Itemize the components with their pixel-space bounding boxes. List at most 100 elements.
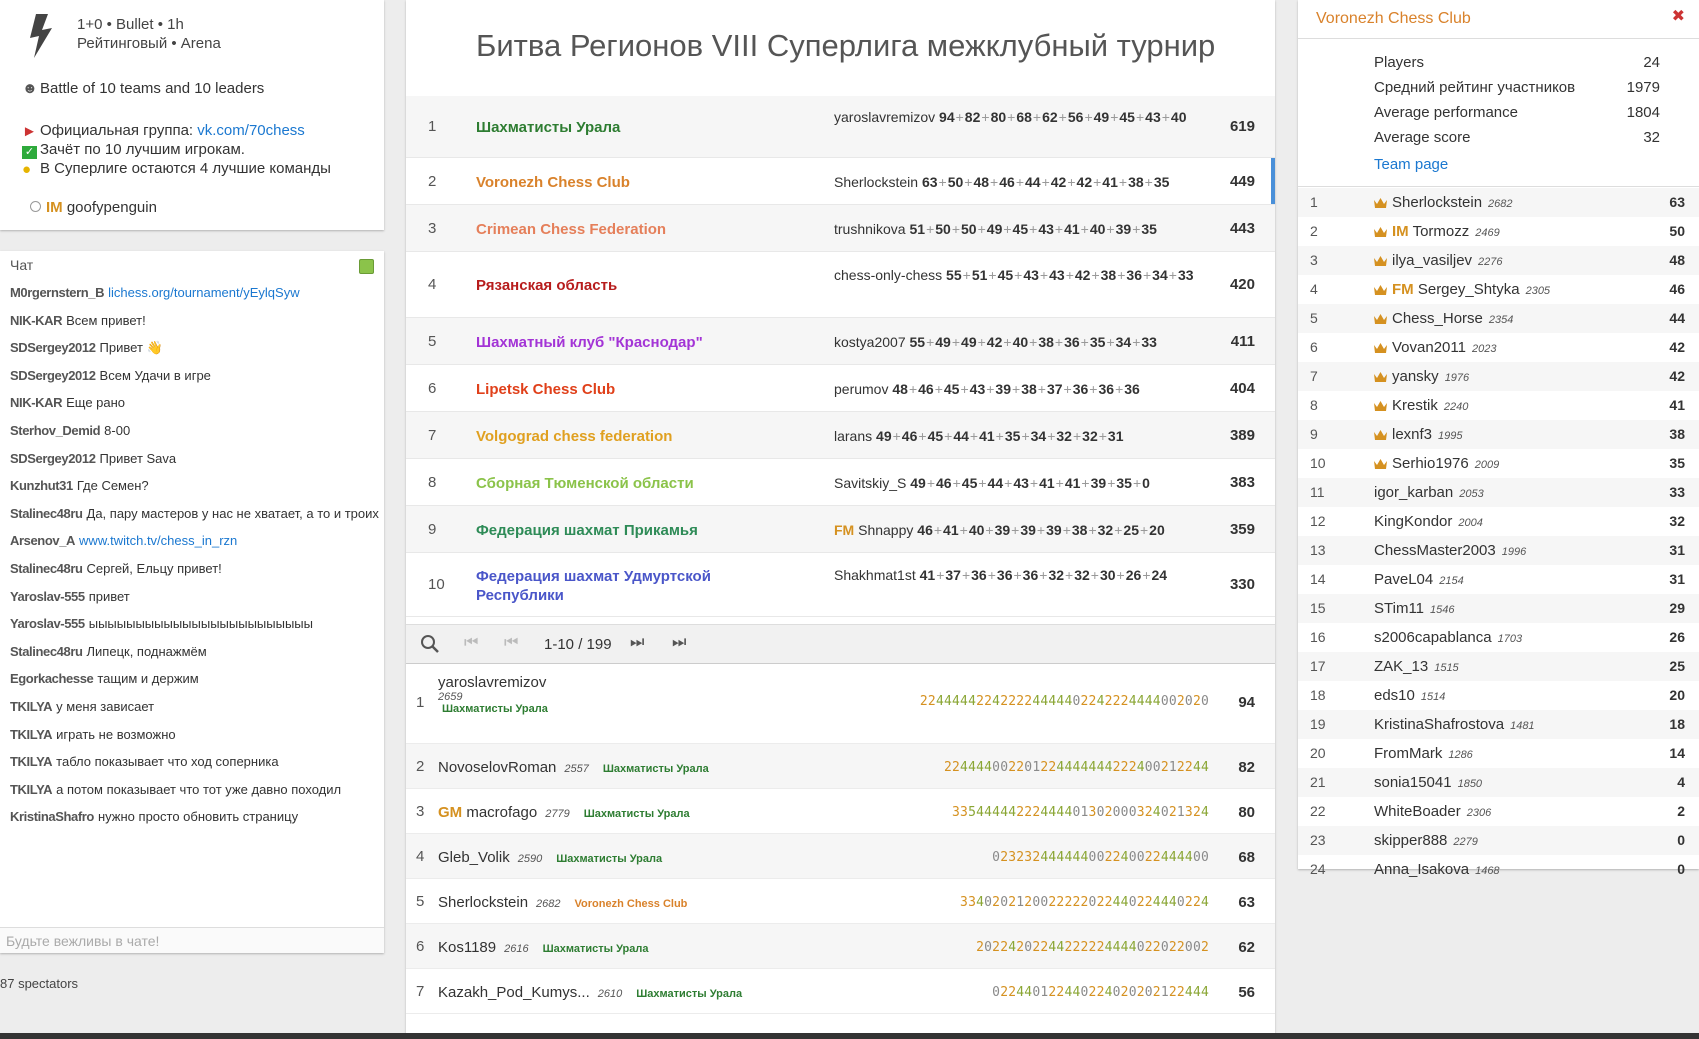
player-row[interactable]: 5 Sherlockstein 2682 Voronezh Chess Club 334…: [406, 879, 1275, 924]
search-icon[interactable]: [420, 634, 440, 656]
roster-player[interactable]: Anna_Isakova 1468: [1374, 861, 1500, 878]
roster-player[interactable]: KristinaShafrostova 1481: [1374, 716, 1535, 733]
roster-row[interactable]: 23 skipper888 2279 0: [1298, 826, 1699, 855]
team-row[interactable]: 8 Сборная Тюменской области Savitskiy_S 49…: [406, 459, 1275, 506]
prev-page-icon[interactable]: ⏮: [504, 634, 518, 656]
roster-player[interactable]: ilya_vasiljev 2276: [1392, 252, 1503, 269]
group-link[interactable]: vk.com/70chess: [197, 122, 305, 139]
roster-player[interactable]: ChessMaster2003 1996: [1374, 542, 1526, 559]
chat-link[interactable]: lichess.org/tournament/yEylqSyw: [108, 285, 299, 300]
roster-row[interactable]: 17 ZAK_13 1515 25: [1298, 652, 1699, 681]
tournament-creator[interactable]: IM goofypenguin: [30, 199, 157, 216]
roster-player[interactable]: Sherlockstein 2682: [1392, 194, 1513, 211]
roster-player[interactable]: STim11 1546: [1374, 600, 1455, 617]
roster-row[interactable]: 14 PaveL04 2154 31: [1298, 565, 1699, 594]
team-row[interactable]: 9 Федерация шахмат Прикамья FM Shnappy 46+…: [406, 506, 1275, 553]
roster-row[interactable]: 4 FM Sergey_Shtyka 2305 46: [1298, 275, 1699, 304]
roster-player[interactable]: ZAK_13 1515: [1374, 658, 1459, 675]
team-row[interactable]: 7 Volgograd chess federation larans 49+46+…: [406, 412, 1275, 459]
next-page-icon[interactable]: ⏭: [630, 634, 644, 656]
roster-row[interactable]: 18 eds10 1514 20: [1298, 681, 1699, 710]
chat-link[interactable]: www.twitch.tv/chess_in_rzn: [79, 533, 237, 548]
team-leader-name[interactable]: Shnappy: [858, 522, 913, 538]
team-name-link[interactable]: Рязанская область: [476, 276, 736, 295]
roster-player[interactable]: Krestik 2240: [1392, 397, 1468, 414]
roster-username[interactable]: Vovan2011: [1392, 339, 1466, 356]
team-row[interactable]: 3 Crimean Chess Federation trushnikova 51+…: [406, 205, 1275, 252]
player-row[interactable]: 1 yaroslavremizov 2659 Шахматисты Урала 2244…: [406, 666, 1275, 744]
roster-username[interactable]: skipper888: [1374, 832, 1447, 849]
chat-username[interactable]: NIK-KAR: [10, 313, 62, 328]
chat-username[interactable]: Stalinec48ru: [10, 644, 83, 659]
player-row[interactable]: 7 Kazakh_Pod_Kumys... 2610 Шахматисты Урала…: [406, 969, 1275, 1014]
team-name-link[interactable]: Федерация шахмат Прикамья: [476, 521, 736, 540]
player-name[interactable]: Kazakh_Pod_Kumys... 2610 Шахматисты Урала: [438, 984, 742, 1001]
roster-row[interactable]: 1 Sherlockstein 2682 63: [1298, 188, 1699, 217]
team-leader-name[interactable]: larans: [834, 428, 872, 444]
roster-row[interactable]: 13 ChessMaster2003 1996 31: [1298, 536, 1699, 565]
chat-username[interactable]: M0rgernstern_B: [10, 285, 105, 300]
roster-player[interactable]: s2006capablanca 1703: [1374, 629, 1522, 646]
roster-row[interactable]: 3 ilya_vasiljev 2276 48: [1298, 246, 1699, 275]
chat-username[interactable]: Stalinec48ru: [10, 561, 83, 576]
team-leader-name[interactable]: Savitskiy_S: [834, 475, 906, 491]
roster-row[interactable]: 24 Anna_Isakova 1468 0: [1298, 855, 1699, 884]
player-team[interactable]: Шахматисты Урала: [442, 703, 548, 715]
team-name-link[interactable]: Volgograd chess federation: [476, 427, 736, 446]
roster-username[interactable]: Tormozz: [1413, 223, 1470, 240]
roster-username[interactable]: s2006capablanca: [1374, 629, 1492, 646]
chat-username[interactable]: SDSergey2012: [10, 368, 96, 383]
roster-username[interactable]: yansky: [1392, 368, 1439, 385]
roster-row[interactable]: 5 Chess_Horse 2354 44: [1298, 304, 1699, 333]
roster-username[interactable]: Krestik: [1392, 397, 1438, 414]
team-page-link[interactable]: Team page: [1374, 156, 1448, 173]
player-username[interactable]: macrofago: [466, 804, 537, 821]
player-name[interactable]: Sherlockstein 2682 Voronezh Chess Club: [438, 894, 687, 911]
player-name[interactable]: GM macrofago 2779 Шахматисты Урала: [438, 804, 690, 821]
player-team[interactable]: Шахматисты Урала: [556, 853, 662, 865]
player-name[interactable]: Kos1189 2616 Шахматисты Урала: [438, 939, 648, 956]
roster-row[interactable]: 15 STim11 1546 29: [1298, 594, 1699, 623]
player-name[interactable]: yaroslavremizov 2659 Шахматисты Урала: [438, 674, 548, 715]
player-team[interactable]: Шахматисты Урала: [636, 988, 742, 1000]
team-name-link[interactable]: Шахматисты Урала: [476, 118, 736, 137]
roster-row[interactable]: 22 WhiteBoader 2306 2: [1298, 797, 1699, 826]
player-username[interactable]: Kazakh_Pod_Kumys...: [438, 984, 590, 1001]
roster-row[interactable]: 20 FromMark 1286 14: [1298, 739, 1699, 768]
chat-username[interactable]: Yaroslav-555: [10, 589, 85, 604]
player-name[interactable]: NovoselovRoman 2557 Шахматисты Урала: [438, 759, 709, 776]
roster-player[interactable]: igor_karban 2053: [1374, 484, 1484, 501]
roster-username[interactable]: ilya_vasiljev: [1392, 252, 1472, 269]
roster-player[interactable]: lexnf3 1995: [1392, 426, 1463, 443]
roster-row[interactable]: 6 Vovan2011 2023 42: [1298, 333, 1699, 362]
roster-row[interactable]: 11 igor_karban 2053 33: [1298, 478, 1699, 507]
roster-player[interactable]: Vovan2011 2023: [1392, 339, 1496, 356]
roster-username[interactable]: ZAK_13: [1374, 658, 1428, 675]
roster-username[interactable]: Anna_Isakova: [1374, 861, 1469, 878]
player-row[interactable]: 3 GM macrofago 2779 Шахматисты Урала 3354444…: [406, 789, 1275, 834]
team-leader-name[interactable]: trushnikova: [834, 221, 906, 237]
roster-row[interactable]: 10 Serhio1976 2009 35: [1298, 449, 1699, 478]
last-page-icon[interactable]: ⏭: [672, 634, 686, 656]
player-name[interactable]: Gleb_Volik 2590 Шахматисты Урала: [438, 849, 662, 866]
chat-username[interactable]: Stalinec48ru: [10, 506, 83, 521]
team-row[interactable]: 6 Lipetsk Chess Club perumov 48+46+45+43+3…: [406, 365, 1275, 412]
roster-username[interactable]: Serhio1976: [1392, 455, 1469, 472]
chat-username[interactable]: SDSergey2012: [10, 451, 96, 466]
team-row[interactable]: 1 Шахматисты Урала yaroslavremizov 94+82+8…: [406, 96, 1275, 158]
chat-username[interactable]: Yaroslav-555: [10, 616, 85, 631]
roster-player[interactable]: Chess_Horse 2354: [1392, 310, 1513, 327]
roster-row[interactable]: 9 lexnf3 1995 38: [1298, 420, 1699, 449]
roster-player[interactable]: Serhio1976 2009: [1392, 455, 1499, 472]
roster-player[interactable]: yansky 1976: [1392, 368, 1469, 385]
chat-username[interactable]: TKILYA: [10, 782, 53, 797]
team-leader-name[interactable]: Sherlockstein: [834, 174, 918, 190]
team-name-link[interactable]: Crimean Chess Federation: [476, 220, 736, 239]
roster-username[interactable]: Sergey_Shtyka: [1418, 281, 1520, 298]
chat-username[interactable]: NIK-KAR: [10, 395, 62, 410]
player-team[interactable]: Шахматисты Урала: [543, 943, 649, 955]
roster-player[interactable]: FM Sergey_Shtyka 2305: [1392, 281, 1550, 298]
chat-toggle[interactable]: [359, 259, 374, 274]
chat-username[interactable]: TKILYA: [10, 699, 53, 714]
roster-username[interactable]: igor_karban: [1374, 484, 1453, 501]
